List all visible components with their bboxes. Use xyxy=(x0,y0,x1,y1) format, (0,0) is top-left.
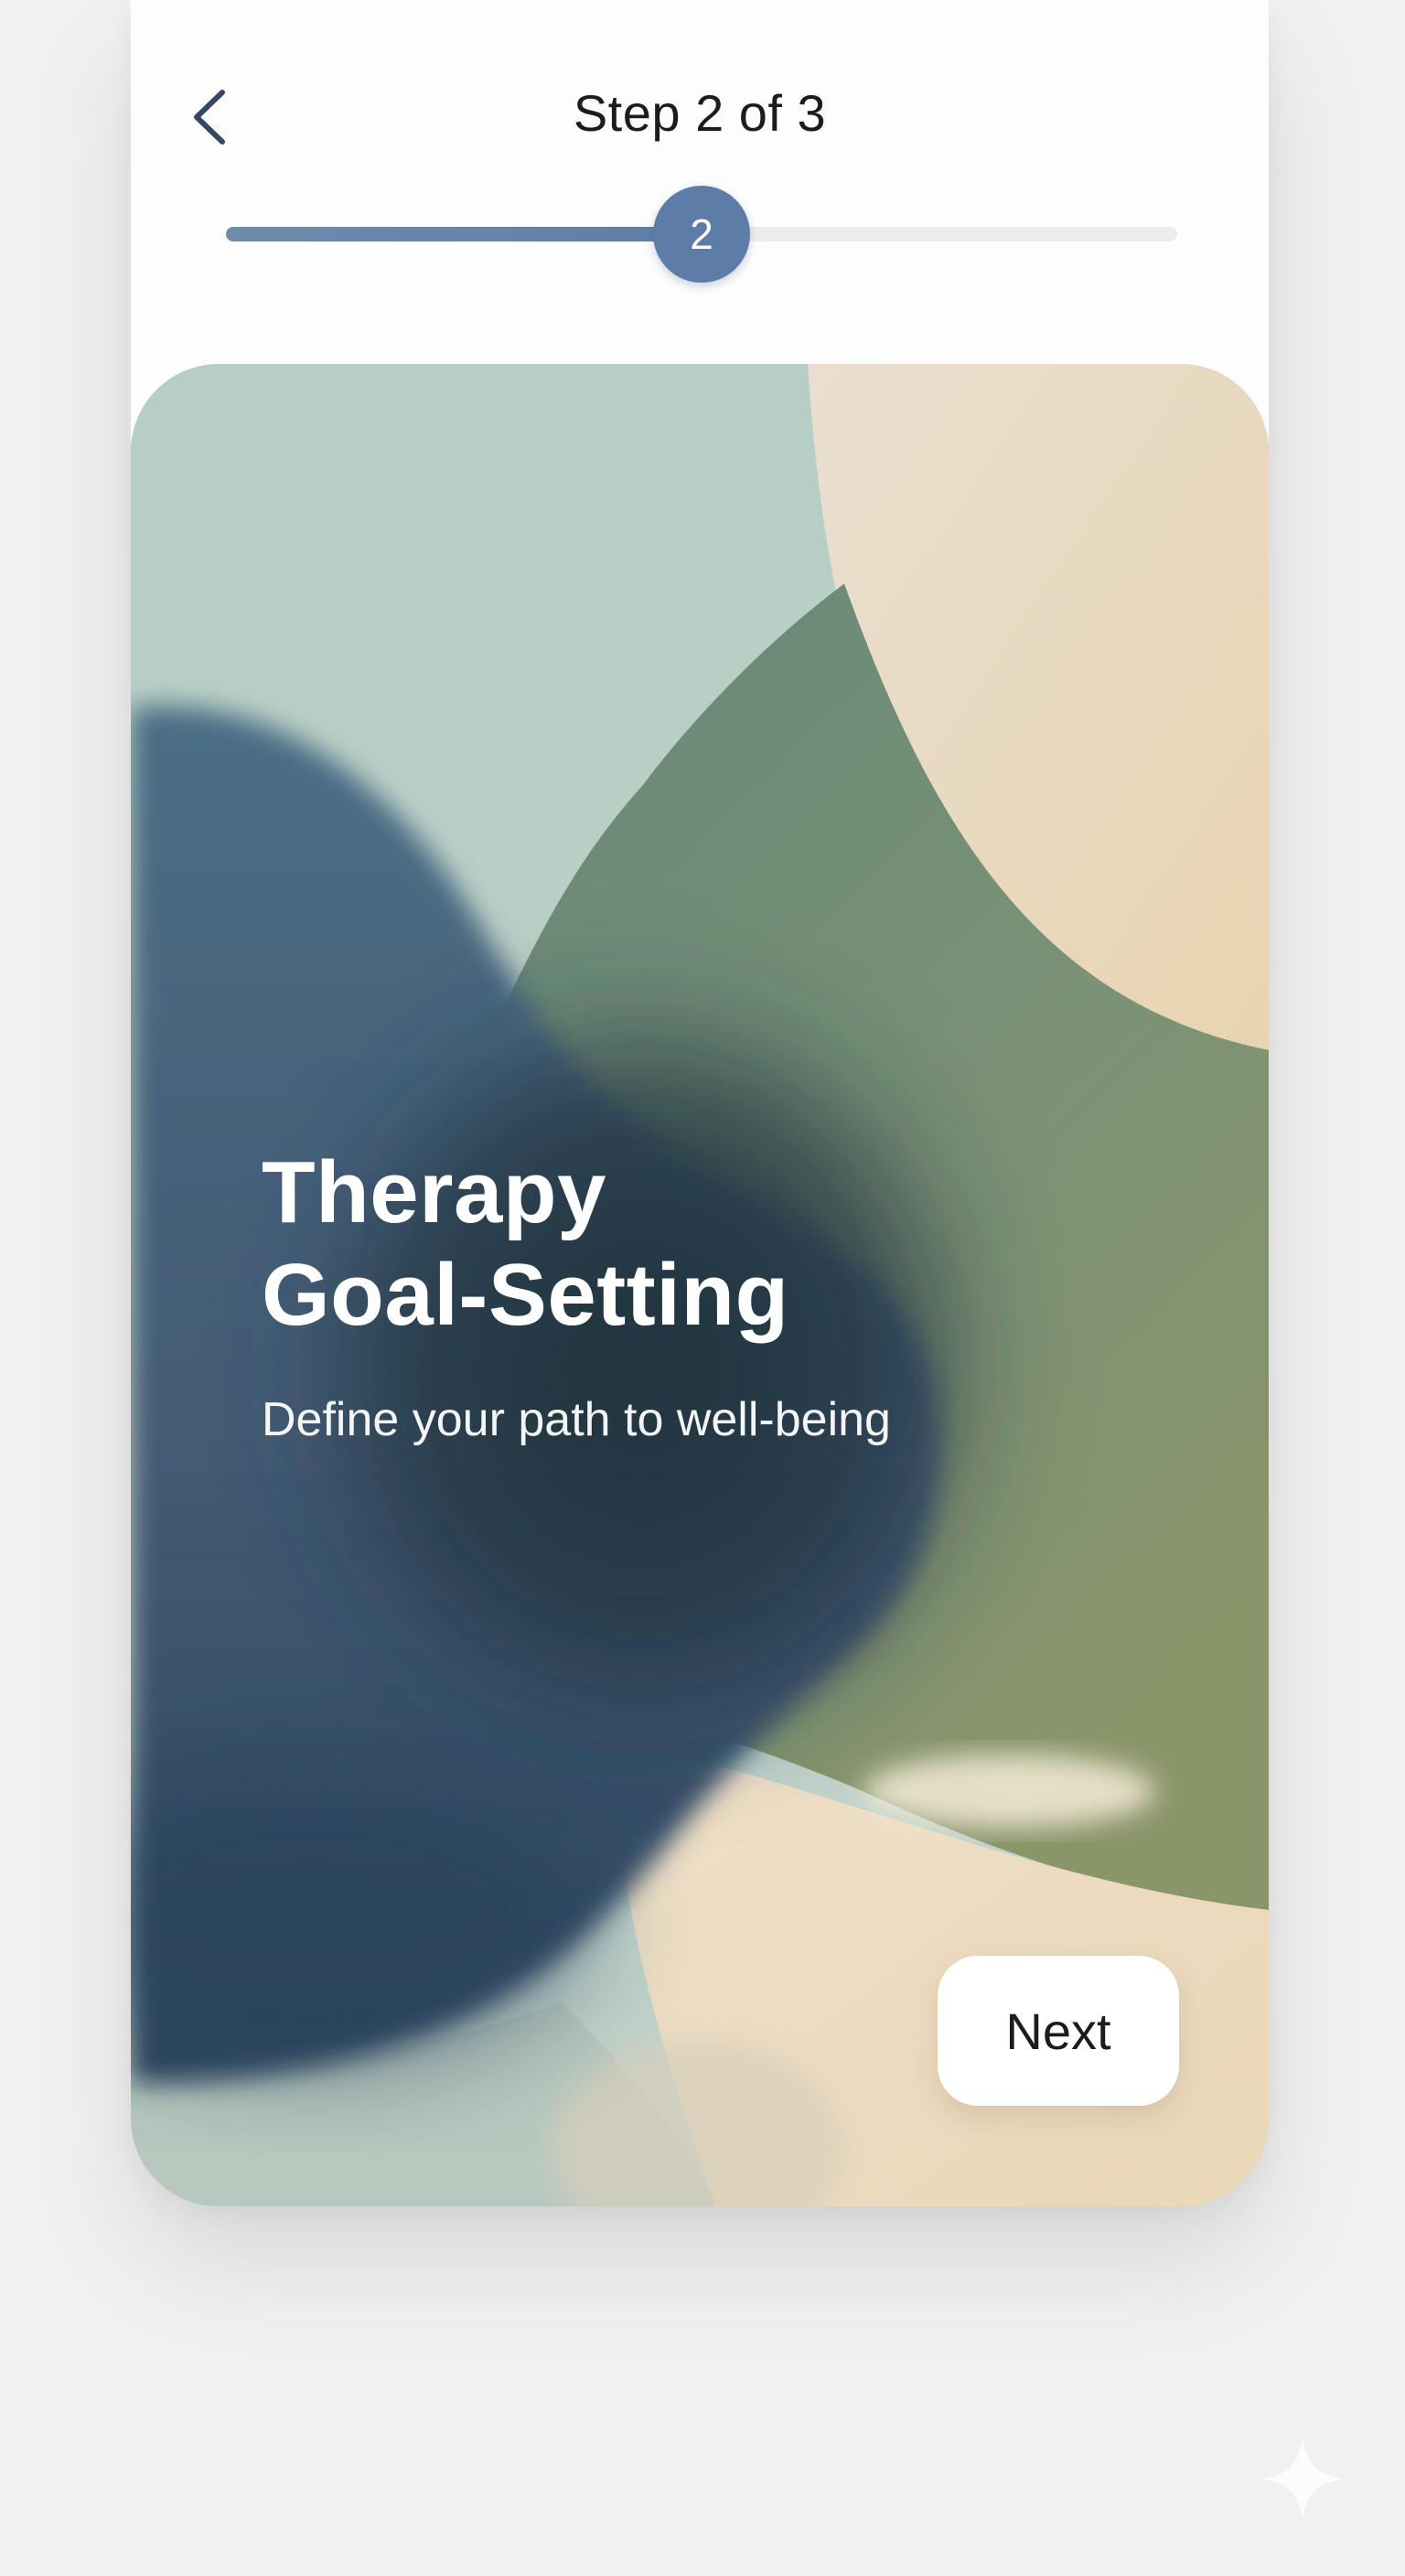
header: Step 2 of 3 2 xyxy=(131,0,1269,364)
hero-subtitle: Define your path to well-being xyxy=(262,1393,891,1446)
hero-title: Therapy Goal-Setting xyxy=(262,1142,1176,1347)
progress-bar: 2 xyxy=(226,183,1177,289)
progress-fill xyxy=(226,227,702,242)
progress-step-knob: 2 xyxy=(653,186,750,283)
sparkle-icon xyxy=(1260,2437,1345,2521)
hero-title-line-1: Therapy xyxy=(262,1143,606,1241)
hero-text-block: Therapy Goal-Setting Define your path to… xyxy=(262,1142,1176,1449)
onboarding-screen: Step 2 of 3 2 Therapy Goal-Setting Defin… xyxy=(131,0,1269,2206)
next-button[interactable]: Next xyxy=(938,1956,1179,2106)
hero-card: Therapy Goal-Setting Define your path to… xyxy=(131,364,1269,2206)
hero-title-line-2: Goal-Setting xyxy=(262,1246,789,1344)
step-indicator-title: Step 2 of 3 xyxy=(573,84,827,142)
